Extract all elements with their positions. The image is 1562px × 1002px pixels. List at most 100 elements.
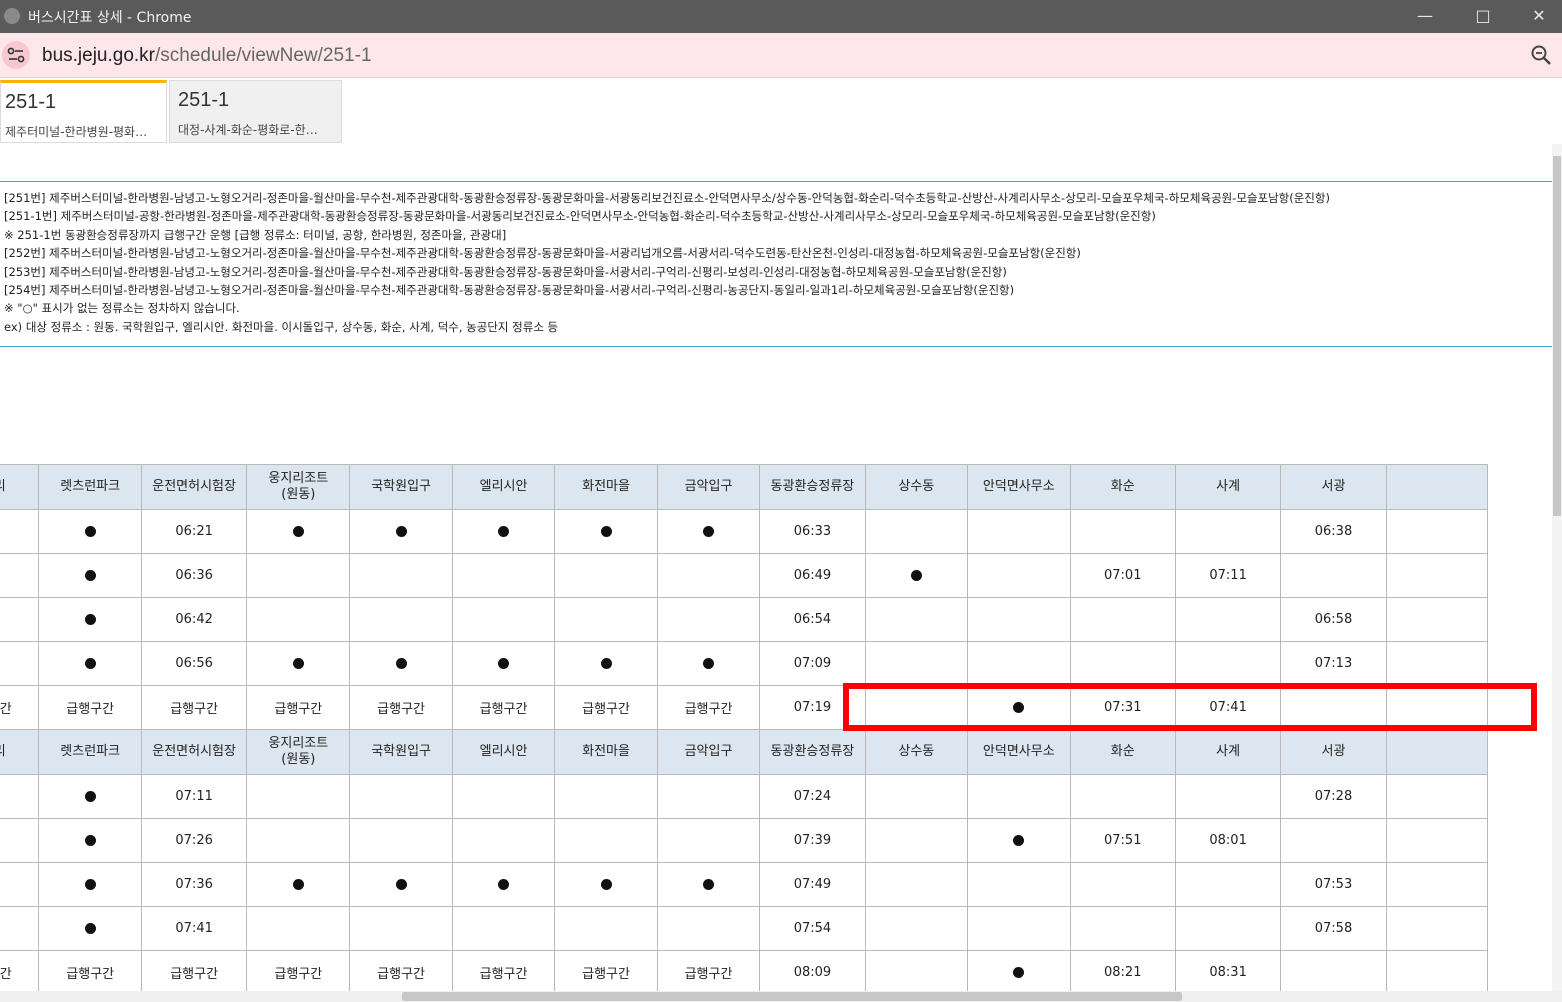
table-cell: 급행구간 <box>140 950 248 991</box>
stop-dot-icon <box>292 879 304 890</box>
table-cell <box>1174 509 1282 554</box>
table-cell: 급행구간 <box>38 685 142 730</box>
table-row: 06:21 06:33 06:38 <box>0 509 1489 554</box>
column-header: 상수동 <box>864 464 969 510</box>
stop-dot-icon <box>84 923 96 934</box>
stop-dot-icon <box>84 570 96 581</box>
table-cell: 06:58 <box>1280 597 1387 642</box>
route-info-line: [253번] 제주버스터미널-한라병원-남녕고-노형오거리-정존마을-월산마을-… <box>4 264 1007 279</box>
column-header: 서광 <box>1280 464 1387 510</box>
vertical-scrollbar[interactable] <box>1552 144 1562 992</box>
column-header <box>1385 464 1489 510</box>
column-header: 렛츠런파크 <box>38 729 142 775</box>
table-row: 06:56 07:09 07:13 <box>0 641 1489 686</box>
route-info-line: [252번] 제주버스터미널-한라병원-남녕고-노형오거리-정존마을-월산마을-… <box>4 246 1081 261</box>
route-tabs: 251-1 제주터미널-한라병원-평화… 251-1 대정-사계-화순-평화로-… <box>0 78 1562 144</box>
table-cell <box>656 509 761 554</box>
table-cell <box>246 509 351 554</box>
table-cell: 급행구간 <box>451 685 556 730</box>
tab-route-desc: 제주터미널-한라병원-평화… <box>5 125 148 139</box>
table-cell <box>451 509 556 554</box>
schedule-table: 월산리렛츠런파크운전면허시험장웅지리조트(원동)국학원입구엘리시안화전마을금악입… <box>0 464 1489 991</box>
horizontal-scrollbar[interactable] <box>0 991 1562 1002</box>
table-cell <box>0 553 40 598</box>
stop-dot-icon <box>84 879 96 890</box>
stop-dot-icon <box>600 658 612 669</box>
table-cell <box>0 641 40 686</box>
close-button[interactable]: ✕ <box>1524 4 1554 28</box>
table-cell: 07:39 <box>759 818 866 863</box>
table-cell: 06:54 <box>759 597 866 642</box>
table-cell <box>1280 950 1387 991</box>
table-cell <box>1069 509 1176 554</box>
stop-dot-icon <box>703 526 714 537</box>
table-cell <box>451 641 556 686</box>
table-cell <box>1174 862 1282 907</box>
table-cell <box>864 906 969 951</box>
table-cell: 급행구간 <box>656 950 761 991</box>
stop-dot-icon <box>600 526 612 537</box>
stop-dot-icon <box>84 614 96 625</box>
table-cell <box>38 553 142 598</box>
tab-route-2[interactable]: 251-1 대정-사계-화순-평화로-한… <box>169 80 342 143</box>
column-header: 웅지리조트 (원동) <box>246 464 351 510</box>
column-header: 동광환승정류장 <box>759 464 866 510</box>
table-cell <box>1280 818 1387 863</box>
table-cell <box>246 818 351 863</box>
table-cell: 06:49 <box>759 553 866 598</box>
table-cell <box>554 774 658 819</box>
table-cell: 급행구간 <box>349 685 453 730</box>
table-cell: 06:21 <box>140 509 248 554</box>
table-cell <box>1385 509 1489 554</box>
table-cell <box>967 862 1071 907</box>
table-cell <box>864 509 969 554</box>
table-cell: 07:41 <box>140 906 248 951</box>
table-cell <box>246 774 351 819</box>
stop-dot-icon <box>395 658 407 669</box>
stop-dot-icon <box>498 658 510 669</box>
stop-dot-icon <box>292 658 304 669</box>
minimize-button[interactable]: — <box>1410 4 1440 28</box>
table-cell <box>0 597 40 642</box>
column-header: 사계 <box>1174 464 1282 510</box>
stop-dot-icon <box>910 570 922 581</box>
column-header: 상수동 <box>864 729 969 775</box>
table-row: 07:36 07:49 07:53 <box>0 862 1489 907</box>
vertical-scrollbar-thumb[interactable] <box>1553 156 1561 516</box>
table-cell: 07:49 <box>759 862 866 907</box>
table-cell <box>349 862 453 907</box>
horizontal-scrollbar-thumb[interactable] <box>402 992 1182 1001</box>
table-cell <box>656 774 761 819</box>
table-cell <box>864 950 969 991</box>
maximize-button[interactable]: □ <box>1468 4 1498 28</box>
route-info-box: [251번] 제주버스터미널-한라병원-남녕고-노형오거리-정존마을-월산마을-… <box>0 181 1552 347</box>
table-cell <box>0 774 40 819</box>
table-cell <box>349 553 453 598</box>
table-cell <box>349 818 453 863</box>
table-cell: 07:24 <box>759 774 866 819</box>
url-text[interactable]: bus.jeju.go.kr/schedule/viewNew/251-1 <box>42 45 372 67</box>
table-cell <box>38 597 142 642</box>
table-cell <box>864 597 969 642</box>
table-cell <box>1069 641 1176 686</box>
table-cell: 급행구간 <box>246 685 351 730</box>
column-header: 금악입구 <box>656 729 761 775</box>
table-cell: 06:38 <box>1280 509 1387 554</box>
table-cell <box>554 553 658 598</box>
stop-dot-icon <box>1013 835 1025 846</box>
tab-route-1[interactable]: 251-1 제주터미널-한라병원-평화… <box>0 80 167 143</box>
table-cell <box>864 862 969 907</box>
table-cell <box>1385 818 1489 863</box>
table-cell <box>1385 597 1489 642</box>
address-bar[interactable]: bus.jeju.go.kr/schedule/viewNew/251-1 <box>0 33 1562 78</box>
chrome-app-icon <box>4 8 20 24</box>
table-cell <box>349 509 453 554</box>
column-header: 서광 <box>1280 729 1387 775</box>
table-cell <box>864 774 969 819</box>
column-header: 화전마을 <box>554 729 658 775</box>
site-info-icon[interactable] <box>2 41 30 69</box>
table-cell <box>656 862 761 907</box>
route-info-line: ※ 251-1번 동광환승정류장까지 급행구간 운행 [급행 정류소: 터미널,… <box>4 227 507 242</box>
stop-dot-icon <box>84 791 96 802</box>
zoom-icon[interactable] <box>1530 44 1552 70</box>
